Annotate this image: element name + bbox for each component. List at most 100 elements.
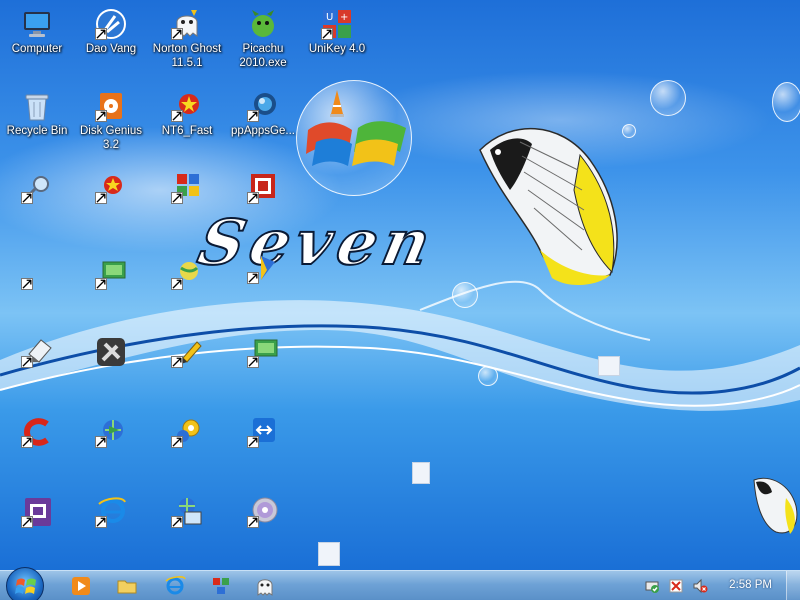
- desktop-icon-shortcut[interactable]: ↗: [150, 258, 224, 293]
- desktop[interactable]: Seven Computer ↗ Dao Vang ↗ Norton Ghost…: [0, 0, 800, 570]
- small-fish-decoration: [753, 477, 798, 534]
- taskbar-media-player-button[interactable]: [70, 575, 92, 597]
- svg-text:+: +: [340, 12, 348, 23]
- desktop-icon-shortcut[interactable]: ↗: [0, 416, 74, 451]
- desktop-icon-shortcut[interactable]: ↗: [226, 496, 300, 531]
- bubble-decoration: [772, 82, 800, 122]
- wallpaper-square: [318, 542, 340, 566]
- wallpaper-square: [412, 462, 430, 484]
- action-center-icon: [645, 581, 659, 593]
- desktop-icon-shortcut[interactable]: ↗: [0, 172, 74, 207]
- desktop-icon-shortcut[interactable]: ↗: [226, 252, 300, 287]
- desktop-icon-label: Computer: [11, 43, 63, 55]
- internet-explorer-icon: [165, 576, 186, 595]
- taskbar-internet-explorer-button[interactable]: [164, 575, 186, 597]
- shortcut-arrow-icon: ↗: [20, 276, 34, 293]
- shortcut-arrow-icon: ↗: [20, 354, 34, 371]
- desktop-icon-label: Norton Ghost 11.5.1: [152, 43, 222, 69]
- software-box-icon: [330, 90, 344, 117]
- computer-icon: [24, 12, 50, 37]
- fish-decoration: [479, 128, 618, 286]
- shortcut-arrow-icon: ↗: [20, 434, 34, 451]
- desktop-icon-shortcut[interactable]: ↗: [74, 258, 148, 293]
- shortcut-arrow-icon: ↗: [170, 26, 184, 43]
- tray-unikey[interactable]: [668, 578, 684, 594]
- desktop-icon-shortcut[interactable]: ↗: [226, 336, 300, 371]
- desktop-icon-shortcut[interactable]: ↗: [0, 496, 74, 531]
- desktop-icon-label: Disk Genius 3.2: [80, 125, 142, 151]
- shortcut-arrow-icon: ↗: [94, 26, 108, 43]
- shortcut-arrow-icon: ↗: [246, 354, 260, 371]
- desktop-icon-label: Picachu 2010.exe: [239, 43, 287, 69]
- shortcut-arrow-icon: ↗: [170, 514, 184, 531]
- desktop-icon-shortcut[interactable]: ↗: [0, 258, 74, 293]
- desktop-icon-label: ppAppsGe...: [231, 125, 295, 137]
- network-tool-icon: [213, 578, 229, 594]
- shortcut-arrow-icon: ↗: [170, 108, 184, 125]
- desktop-icon-shortcut[interactable]: ↗: [150, 336, 224, 371]
- shortcut-arrow-icon: ↗: [246, 108, 260, 125]
- shortcut-arrow-icon: ↗: [246, 434, 260, 451]
- bubble-decoration: [650, 80, 686, 116]
- desktop-icon-unikey[interactable]: U + ↗ UniKey 4.0: [300, 8, 374, 56]
- taskbar-file-explorer-button[interactable]: [116, 575, 138, 597]
- shortcut-arrow-icon: ↗: [94, 514, 108, 531]
- shortcut-arrow-icon: ↗: [246, 270, 260, 287]
- desktop-icon-dao-vang[interactable]: ↗ Dao Vang: [74, 8, 148, 56]
- desktop-icon-software-box[interactable]: [300, 88, 374, 122]
- volume-muted-icon: [693, 578, 708, 594]
- desktop-icon-label: Recycle Bin: [6, 125, 68, 137]
- tray-action-center[interactable]: [644, 578, 660, 594]
- desktop-icon-nt6-fast[interactable]: ↗ NT6_Fast: [150, 90, 224, 138]
- desktop-icon-disk-genius[interactable]: ↗ Disk Genius 3.2: [74, 90, 148, 152]
- shortcut-arrow-icon: ↗: [170, 276, 184, 293]
- taskbar-ghost-button[interactable]: [254, 575, 276, 597]
- taskbar-network-tool-button[interactable]: [210, 575, 232, 597]
- unikey-tray-icon: [669, 579, 683, 593]
- tools-shortcut-icon: [97, 338, 125, 366]
- bubble-decoration: [478, 366, 498, 386]
- shortcut-arrow-icon: ↗: [94, 108, 108, 125]
- desktop-icon-shortcut[interactable]: ↗: [0, 336, 74, 371]
- shortcut-arrow-icon: ↗: [170, 434, 184, 451]
- start-button[interactable]: [6, 567, 44, 600]
- media-player-icon: [72, 577, 90, 595]
- desktop-icon-picachu[interactable]: Picachu 2010.exe: [226, 8, 300, 70]
- windows-start-icon: [15, 578, 36, 594]
- desktop-icon-recycle-bin[interactable]: Recycle Bin: [0, 90, 74, 138]
- ghost-icon: [257, 579, 273, 596]
- shortcut-arrow-icon: ↗: [94, 190, 108, 207]
- desktop-icon-shortcut[interactable]: ↗: [74, 416, 148, 451]
- desktop-icon-shortcut[interactable]: ↗: [150, 416, 224, 451]
- shortcut-arrow-icon: ↗: [246, 514, 260, 531]
- shortcut-arrow-icon: ↗: [20, 190, 34, 207]
- picachu-icon: [252, 10, 274, 37]
- svg-text:U: U: [326, 12, 333, 23]
- desktop-icon-label: NT6_Fast: [161, 125, 213, 137]
- shortcut-arrow-icon: ↗: [170, 354, 184, 371]
- recycle-bin-icon: [25, 94, 49, 121]
- desktop-icon-shortcut[interactable]: ↗: [150, 172, 224, 207]
- folder-icon: [117, 580, 137, 594]
- desktop-icon-label: Dao Vang: [85, 43, 137, 55]
- shortcut-arrow-icon: ↗: [94, 434, 108, 451]
- desktop-icon-computer[interactable]: Computer: [0, 8, 74, 56]
- wallpaper-square: [598, 356, 620, 376]
- tray-volume[interactable]: [692, 578, 708, 594]
- desktop-icon-label: UniKey 4.0: [308, 43, 366, 55]
- desktop-icon-ppappsge[interactable]: ↗ ppAppsGe...: [226, 90, 300, 138]
- taskbar: 2:58 PM: [0, 567, 800, 600]
- desktop-icon-shortcut[interactable]: ↗: [226, 172, 300, 207]
- shortcut-arrow-icon: ↗: [320, 26, 334, 43]
- shortcut-arrow-icon: ↗: [20, 514, 34, 531]
- shortcut-arrow-icon: ↗: [246, 190, 260, 207]
- desktop-icon-shortcut[interactable]: ↗: [74, 496, 148, 531]
- show-desktop-button[interactable]: [786, 571, 800, 600]
- desktop-icon-shortcut[interactable]: ↗: [226, 416, 300, 451]
- shortcut-arrow-icon: ↗: [170, 190, 184, 207]
- desktop-icon-shortcut[interactable]: ↗: [74, 172, 148, 207]
- desktop-icon-shortcut[interactable]: ↗: [150, 496, 224, 531]
- desktop-icon-norton-ghost[interactable]: ↗ Norton Ghost 11.5.1: [150, 8, 224, 70]
- taskbar-clock[interactable]: 2:58 PM: [729, 579, 772, 591]
- desktop-icon-shortcut[interactable]: [74, 336, 148, 370]
